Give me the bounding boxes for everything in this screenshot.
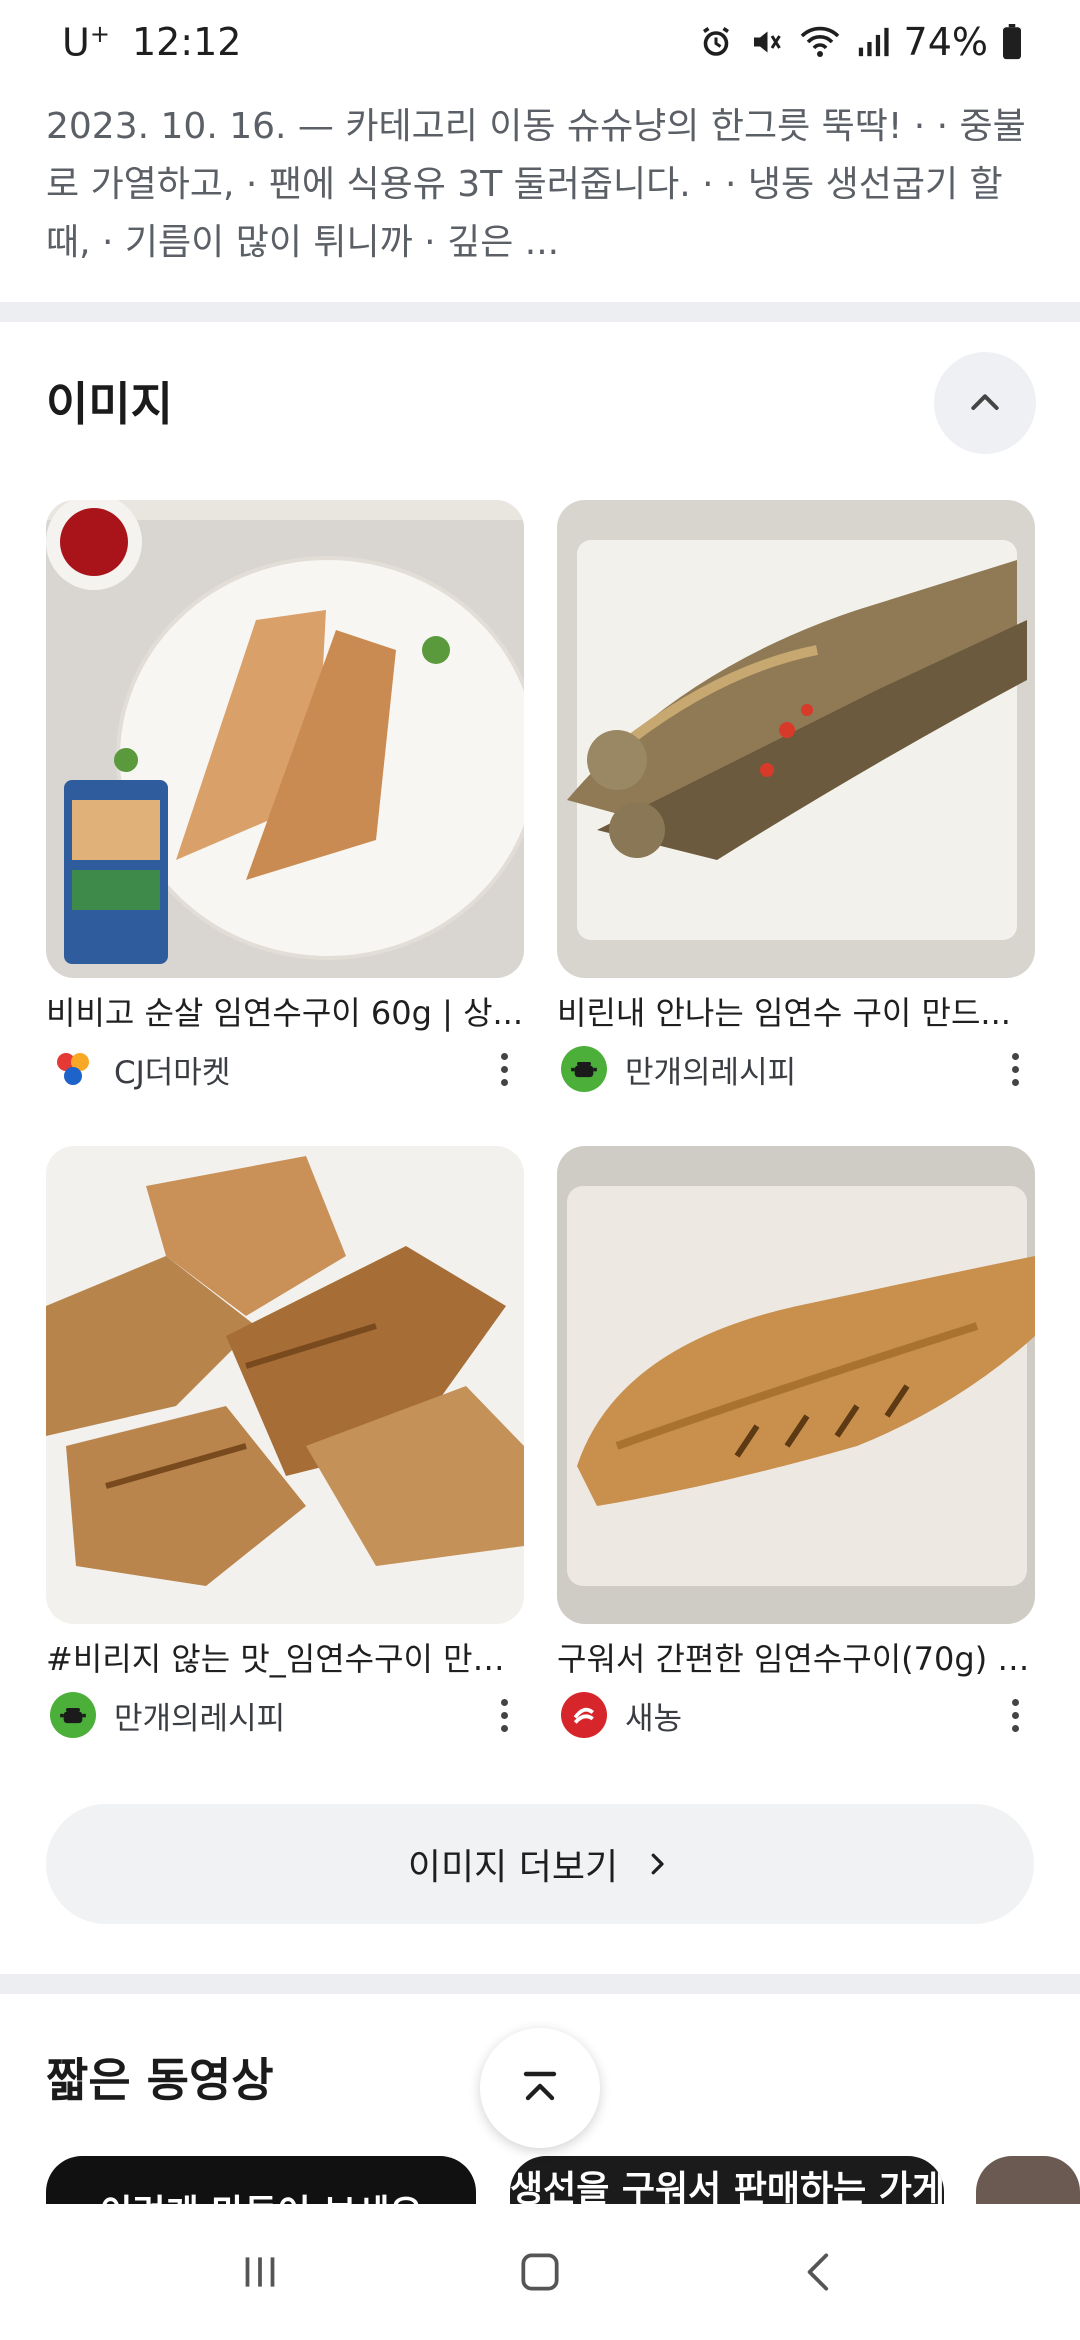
cj-logo-icon: [50, 1046, 96, 1092]
image-thumbnail[interactable]: [557, 1146, 1035, 1624]
carrier-label: U+: [62, 19, 110, 65]
images-section-title: 이미지: [46, 377, 173, 431]
recent-apps-button[interactable]: [200, 2222, 320, 2322]
more-images-label: 이미지 더보기: [407, 1847, 619, 1888]
clock: 12:12: [131, 20, 242, 64]
home-button[interactable]: [480, 2222, 600, 2322]
image-card-source: 새농: [557, 1690, 1035, 1740]
signal-icon: [856, 25, 890, 59]
image-thumbnail[interactable]: [46, 500, 524, 978]
more-options-icon[interactable]: [484, 1692, 524, 1738]
battery-percent: 74%: [903, 20, 988, 64]
shorts-section-title: 짧은 동영상: [46, 2053, 274, 2107]
source-name: 새농: [625, 1700, 683, 1737]
collapse-button[interactable]: [934, 352, 1036, 454]
image-card-title: 비린내 안나는 임연수 구이 만드...: [557, 994, 1011, 1032]
saenong-logo-icon: [561, 1692, 607, 1738]
home-icon: [521, 2253, 559, 2291]
more-options-icon[interactable]: [995, 1046, 1035, 1092]
recent-apps-icon: [245, 2257, 275, 2287]
status-bar: U+ 12:12 74%: [0, 0, 1080, 84]
pot-logo-icon: [50, 1692, 96, 1738]
image-thumbnail[interactable]: [46, 1146, 524, 1624]
image-card-title: 비비고 순살 임연수구이 60g | 상...: [46, 994, 524, 1032]
search-results-page: U+ 12:12 74% 2023. 10. 16. — 카테고리 이동 슈슈냥…: [0, 0, 1080, 2340]
alarm-icon: [698, 24, 734, 60]
more-options-icon[interactable]: [484, 1046, 524, 1092]
source-name: 만개의레시피: [114, 1700, 286, 1737]
wifi-icon: [798, 24, 842, 60]
more-options-icon[interactable]: [995, 1692, 1035, 1738]
scroll-to-top-button[interactable]: [480, 2028, 600, 2148]
section-divider: [0, 1974, 1080, 1994]
image-card[interactable]: #비리지 않는 맛_임연수구이 만들... 만개의레시피: [46, 1146, 524, 1740]
source-name: CJ더마켓: [114, 1054, 231, 1091]
back-button[interactable]: [760, 2222, 880, 2322]
chevron-right-icon: [651, 1853, 664, 1875]
image-card[interactable]: 비비고 순살 임연수구이 60g | 상... CJ더마켓: [46, 500, 524, 1094]
more-images-button[interactable]: 이미지 더보기: [46, 1804, 1034, 1924]
pot-logo-icon: [561, 1046, 607, 1092]
image-card-source: 만개의레시피: [46, 1690, 524, 1740]
image-card-source: 만개의레시피: [557, 1044, 1035, 1094]
arrow-up-to-top-icon: [523, 2071, 557, 2101]
image-card-title: 구워서 간편한 임연수구이(70g) -...: [557, 1640, 1035, 1678]
section-divider: [0, 302, 1080, 322]
system-nav-bar: [0, 2204, 1080, 2340]
mute-icon: [748, 24, 784, 60]
image-card[interactable]: 비린내 안나는 임연수 구이 만드... 만개의레시피: [557, 500, 1035, 1094]
image-card-title: #비리지 않는 맛_임연수구이 만들...: [46, 1640, 524, 1678]
image-card-source: CJ더마켓: [46, 1044, 524, 1094]
image-card[interactable]: 구워서 간편한 임연수구이(70g) -... 새농: [557, 1146, 1035, 1740]
image-thumbnail[interactable]: [557, 500, 1035, 978]
result-snippet[interactable]: 2023. 10. 16. — 카테고리 이동 슈슈냥의 한그릇 뚝딱! · ·…: [46, 98, 1036, 272]
chevron-up-icon: [971, 394, 999, 410]
battery-icon: [1002, 24, 1022, 60]
back-icon: [807, 2253, 829, 2291]
source-name: 만개의레시피: [625, 1054, 797, 1091]
